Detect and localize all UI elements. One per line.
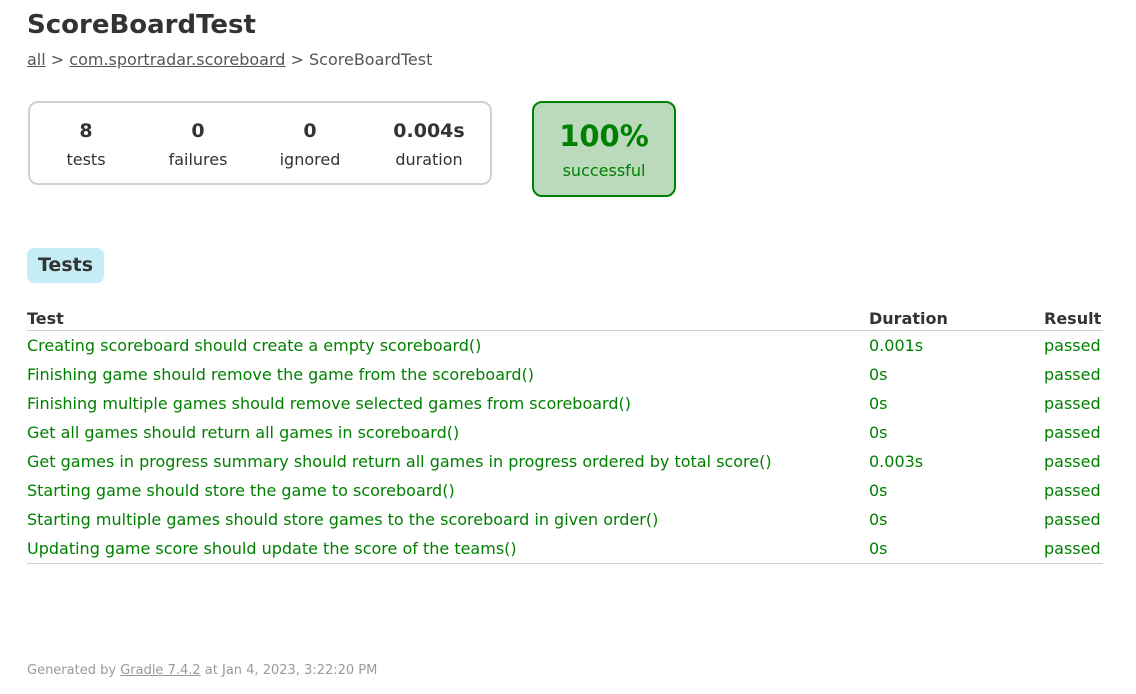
footer-timestamp: at Jan 4, 2023, 3:22:20 PM [204,663,378,678]
table-row: Creating scoreboard should create a empt… [27,331,1103,361]
test-name-cell: Get all games should return all games in… [27,423,460,442]
counter-label: duration [395,150,463,169]
column-header-duration: Duration [869,307,1044,331]
breadcrumb: all > com.sportradar.scoreboard > ScoreB… [27,50,432,70]
table-header-row: Test Duration Result [27,307,1103,331]
breadcrumb-all-link[interactable]: all [27,50,46,69]
test-result-cell: passed [1044,510,1101,529]
breadcrumb-separator: > [50,50,65,69]
breadcrumb-current: ScoreBoardTest [309,50,433,69]
test-result-cell: passed [1044,452,1101,471]
table-row: Finishing game should remove the game fr… [27,360,1103,389]
page-title: ScoreBoardTest [27,10,256,40]
counter-label: ignored [279,150,341,169]
counter-label: failures [168,150,228,169]
success-rate-value: 100% [559,119,649,153]
test-name-cell: Get games in progress summary should ret… [27,452,772,471]
test-duration-cell: 0s [869,423,888,442]
counter-value: 0.004s [393,120,465,142]
test-duration-cell: 0.001s [869,336,924,355]
test-duration-cell: 0s [869,510,888,529]
test-result-cell: passed [1044,336,1101,355]
table-row: Get all games should return all games in… [27,418,1103,447]
test-duration-cell: 0s [869,365,888,384]
test-duration-cell: 0s [869,394,888,413]
test-name-cell: Starting game should store the game to s… [27,481,455,500]
success-rate-box: 100% successful [532,101,676,197]
table-row: Get games in progress summary should ret… [27,447,1103,476]
counter-label: tests [66,150,106,169]
tests-table: Test Duration Result Creating scoreboard… [27,307,1103,564]
test-result-cell: passed [1044,423,1101,442]
test-name-cell: Finishing multiple games should remove s… [27,394,631,413]
table-row: Starting multiple games should store gam… [27,505,1103,534]
test-name-cell: Creating scoreboard should create a empt… [27,336,482,355]
report-content: ScoreBoardTest all > com.sportradar.scor… [27,0,1103,694]
test-result-cell: passed [1044,365,1101,384]
footer: Generated by Gradle 7.4.2 at Jan 4, 2023… [27,662,377,680]
footer-prefix: Generated by [27,663,117,678]
test-duration-cell: 0s [869,534,1044,564]
test-duration-cell: 0s [869,481,888,500]
breadcrumb-package-link[interactable]: com.sportradar.scoreboard [69,50,285,69]
summary-counters-box: 8 tests 0 failures 0 ignored 0.004s dura… [28,101,492,185]
success-rate-label: successful [562,161,646,180]
counter-value: 8 [79,120,93,142]
breadcrumb-separator: > [290,50,304,69]
tab-tests[interactable]: Tests [27,248,105,283]
table-row: Updating game score should update the sc… [27,534,1103,564]
gradle-link[interactable]: Gradle 7.4.2 [120,663,200,678]
test-name-cell: Updating game score should update the sc… [27,534,869,564]
table-row: Finishing multiple games should remove s… [27,389,1103,418]
column-header-test: Test [27,307,869,331]
column-header-result: Result [1044,307,1103,331]
counter-value: 0 [303,120,317,142]
test-result-cell: passed [1044,534,1103,564]
test-result-cell: passed [1044,394,1101,413]
test-duration-cell: 0.003s [869,452,924,471]
table-row: Starting game should store the game to s… [27,476,1103,505]
test-name-cell: Starting multiple games should store gam… [27,510,659,529]
test-name-cell: Finishing game should remove the game fr… [27,365,534,384]
counter-value: 0 [191,120,205,142]
test-result-cell: passed [1044,481,1101,500]
